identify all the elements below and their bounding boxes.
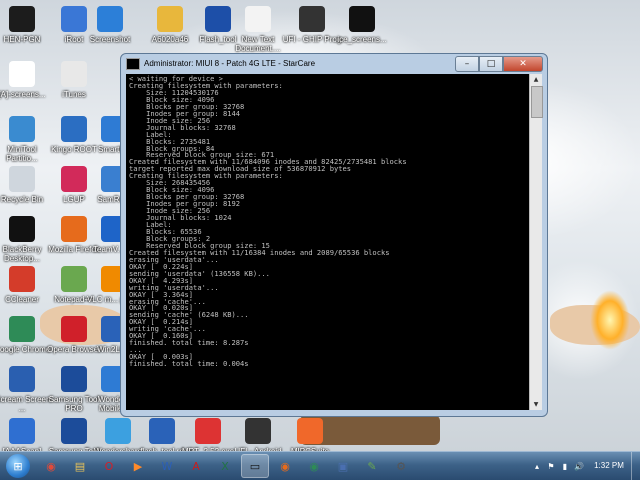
chrome-taskbar-icon-2[interactable]: ◉: [301, 455, 327, 477]
desktop-icon-label: New Text Document....: [235, 35, 281, 53]
ice-screen-icon: [349, 6, 375, 32]
clock-time: 1:32 PM: [594, 461, 624, 470]
word-taskbar-icon[interactable]: W: [154, 455, 180, 477]
maximize-button[interactable]: □: [479, 55, 503, 72]
tray-icon[interactable]: ▮: [559, 462, 571, 471]
tool-taskbar-icon[interactable]: ⚙: [388, 455, 414, 477]
explorer-taskbar-icon[interactable]: ▤: [67, 455, 93, 477]
console-text: < waiting for device > Creating filesyst…: [129, 74, 407, 369]
cmd-taskbar-icon[interactable]: ▭: [241, 454, 269, 478]
acrobat-taskbar-icon[interactable]: A: [183, 455, 209, 477]
tray-icons: ▴ ⚑ ▮ 🔊: [531, 462, 587, 471]
desktop-icon[interactable]: New Text Document....: [228, 6, 288, 58]
desktop-icon-label: ice_screens...: [337, 35, 387, 44]
wallpaper-fire: [590, 290, 630, 350]
mobile-app-icon: [9, 6, 35, 32]
ufi-icon: [299, 6, 325, 32]
samsung-tool-icon: [61, 418, 87, 444]
opera-taskbar-icon[interactable]: O: [96, 455, 122, 477]
command-prompt-window[interactable]: Administrator: MIUI 8 - Patch 4G LTE - S…: [120, 53, 548, 417]
ccleaner-icon: [9, 266, 35, 292]
desktop-icon-label: Screenshot: [89, 35, 131, 44]
vertical-scrollbar[interactable]: ▲ ▼: [529, 74, 543, 410]
folder-icon: [157, 6, 183, 32]
taskbar: ⊞ ◉ ▤ O ▶ W A X ▭ ◉ ◉ ▣ ✎ ⚙ ▴ ⚑ ▮ 🔊 1:32 PM: [0, 451, 640, 480]
scroll-up-arrow-icon[interactable]: ▲: [530, 74, 542, 85]
mrt-icon: [195, 418, 221, 444]
windows-start-icon[interactable]: ⊞: [6, 454, 30, 478]
excel-taskbar-icon[interactable]: X: [212, 455, 238, 477]
scroll-thumb[interactable]: [531, 86, 543, 118]
mipcsuite-icon: [297, 418, 323, 444]
text-document-icon: [245, 6, 271, 32]
screenshot-icon: [97, 6, 123, 32]
app-taskbar-icon[interactable]: ▣: [330, 455, 356, 477]
recycle-bin-icon: [9, 166, 35, 192]
show-desktop-button[interactable]: [631, 452, 640, 480]
desktop-icon-label: iTunes: [62, 90, 86, 99]
firefox-taskbar-icon[interactable]: ◉: [272, 455, 298, 477]
chrome-icon: [9, 316, 35, 342]
desktop-icon[interactable]: Screenshot: [80, 6, 140, 58]
cmd-icon: [126, 57, 140, 70]
ufi-toolbox-icon: [245, 418, 271, 444]
clock[interactable]: 1:32 PM: [587, 461, 631, 471]
close-button[interactable]: ✕: [503, 55, 543, 72]
console-output-area[interactable]: < waiting for device > Creating filesyst…: [126, 74, 530, 410]
desktop-icon[interactable]: ice_screens...: [332, 6, 392, 58]
flash-file-icon: [149, 418, 175, 444]
window-title: Administrator: MIUI 8 - Patch 4G LTE - S…: [144, 59, 316, 68]
minimize-button[interactable]: –: [455, 55, 479, 72]
itunes-icon: [61, 61, 87, 87]
system-tray: ▴ ⚑ ▮ 🔊 1:32 PM: [531, 452, 640, 480]
window-titlebar[interactable]: Administrator: MIUI 8 - Patch 4G LTE - S…: [121, 54, 547, 73]
minitool-icon: [9, 116, 35, 142]
media-taskbar-icon[interactable]: ▶: [125, 455, 151, 477]
taskbar-items: ◉ ▤ O ▶ W A X ▭ ◉ ◉ ▣ ✎ ⚙: [38, 454, 417, 478]
scroll-down-arrow-icon[interactable]: ▼: [530, 399, 542, 410]
scan-icon: [9, 418, 35, 444]
tray-icon[interactable]: 🔊: [573, 462, 585, 471]
tunesgo-icon: [105, 418, 131, 444]
chrome-taskbar-icon[interactable]: ◉: [38, 455, 64, 477]
notepad-taskbar-icon[interactable]: ✎: [359, 455, 385, 477]
blackberry-icon: [9, 216, 35, 242]
screenshot-file-icon: [9, 61, 35, 87]
screen-recorder-icon: [9, 366, 35, 392]
tray-icon[interactable]: ▴: [531, 462, 543, 471]
desktop-icon[interactable]: iTunes: [44, 61, 104, 113]
tray-icon[interactable]: ⚑: [545, 462, 557, 471]
